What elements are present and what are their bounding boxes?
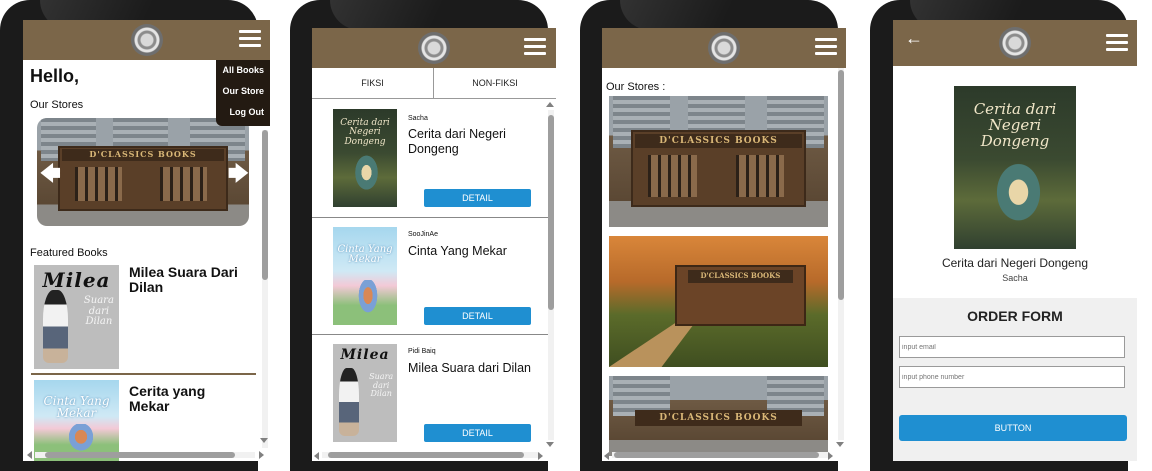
scroll-right-icon[interactable] bbox=[828, 452, 833, 460]
email-input[interactable] bbox=[899, 336, 1125, 358]
scroll-down-icon[interactable] bbox=[836, 442, 844, 447]
scroll-right-icon[interactable] bbox=[259, 451, 264, 459]
vertical-scrollbar[interactable] bbox=[548, 110, 554, 440]
phone-number-input[interactable] bbox=[899, 366, 1125, 388]
featured-cover-milea[interactable]: Milea Suara dari Dilan bbox=[34, 265, 119, 369]
app-bar bbox=[23, 20, 270, 60]
featured-title[interactable]: Milea Suara Dari Dilan bbox=[129, 265, 247, 295]
book-author: SooJinAe bbox=[408, 231, 438, 238]
order-screen: ← Cerita dari Negeri Dongeng Cerita dari… bbox=[893, 20, 1137, 461]
book-cover-large: Cerita dari Negeri Dongeng bbox=[954, 86, 1076, 249]
stores-heading: Our Stores : bbox=[606, 81, 666, 93]
store-logo-icon bbox=[708, 32, 740, 64]
scroll-right-icon[interactable] bbox=[538, 452, 543, 460]
phone-home: Hello, Our Stores D'CLASSICS BOOKS 🡄 🡆 F… bbox=[0, 0, 270, 471]
featured-title[interactable]: Cerita yang Mekar bbox=[129, 384, 229, 414]
book-cover[interactable]: Milea Suara dari Dilan bbox=[333, 344, 397, 442]
store-sign: D'CLASSICS BOOKS bbox=[635, 409, 802, 426]
app-bar bbox=[312, 28, 556, 68]
nav-dropdown-menu: All Books Our Store Log Out bbox=[216, 60, 270, 126]
store-carousel[interactable]: D'CLASSICS BOOKS bbox=[37, 118, 249, 226]
store-logo-icon bbox=[999, 27, 1031, 59]
order-form-title: ORDER FORM bbox=[967, 308, 1063, 324]
store-image[interactable]: D'CLASSICS BOOKS bbox=[609, 96, 828, 227]
detail-button[interactable]: DETAIL bbox=[424, 189, 531, 207]
store-image[interactable]: D'CLASSICS BOOKS bbox=[609, 376, 828, 456]
stores-screen: Our Stores : D'CLASSICS BOOKS D'CLASSICS… bbox=[602, 28, 846, 461]
scroll-left-icon[interactable] bbox=[314, 452, 319, 460]
store-logo-icon bbox=[130, 24, 163, 56]
featured-cover-cinta[interactable]: Cinta Yang Mekar bbox=[34, 380, 119, 461]
hamburger-menu-icon[interactable] bbox=[239, 30, 261, 48]
book-title: Cinta Yang Mekar bbox=[408, 244, 507, 258]
carousel-prev-icon[interactable]: 🡄 bbox=[40, 159, 61, 193]
menu-item-our-store[interactable]: Our Store bbox=[216, 81, 270, 102]
category-tabs: FIKSI NON-FIKSI bbox=[312, 68, 556, 99]
featured-divider bbox=[31, 373, 256, 375]
carousel-next-icon[interactable]: 🡆 bbox=[228, 159, 249, 193]
catalog-screen: FIKSI NON-FIKSI Cerita dari Negeri Donge… bbox=[312, 28, 556, 461]
vertical-scrollbar[interactable] bbox=[838, 68, 844, 440]
phone-order: ← Cerita dari Negeri Dongeng Cerita dari… bbox=[870, 0, 1137, 471]
book-title: Cerita dari Negeri Dongeng bbox=[941, 256, 1089, 270]
tab-fiksi[interactable]: FIKSI bbox=[312, 68, 433, 98]
horizontal-scrollbar[interactable] bbox=[612, 452, 830, 458]
book-card: Cerita dari Negeri Dongeng Sacha Cerita … bbox=[312, 99, 548, 218]
tab-non-fiksi[interactable]: NON-FIKSI bbox=[434, 68, 556, 98]
scroll-down-icon[interactable] bbox=[260, 438, 268, 443]
app-bar: ← bbox=[893, 20, 1137, 66]
back-arrow-icon[interactable]: ← bbox=[905, 28, 923, 49]
scroll-left-icon[interactable] bbox=[604, 452, 609, 460]
hamburger-menu-icon[interactable] bbox=[524, 38, 546, 56]
store-sign: D'CLASSICS BOOKS bbox=[62, 149, 224, 162]
book-card: Milea Suara dari Dilan Pidi Baiq Milea S… bbox=[312, 334, 548, 461]
scroll-down-icon[interactable] bbox=[546, 442, 554, 447]
submit-button[interactable]: BUTTON bbox=[899, 415, 1127, 441]
our-stores-label: Our Stores bbox=[30, 99, 84, 111]
hamburger-menu-icon[interactable] bbox=[1106, 34, 1128, 52]
book-title: Cerita dari Negeri Dongeng bbox=[408, 127, 506, 156]
menu-item-log-out[interactable]: Log Out bbox=[216, 102, 270, 123]
detail-button[interactable]: DETAIL bbox=[424, 424, 531, 442]
phone-stores: Our Stores : D'CLASSICS BOOKS D'CLASSICS… bbox=[580, 0, 846, 471]
book-author: Sacha bbox=[408, 115, 428, 122]
home-screen: Hello, Our Stores D'CLASSICS BOOKS 🡄 🡆 F… bbox=[23, 20, 270, 461]
featured-books-label: Featured Books bbox=[30, 247, 108, 259]
store-logo-icon bbox=[418, 32, 450, 64]
horizontal-scrollbar[interactable] bbox=[322, 452, 540, 458]
detail-button[interactable]: DETAIL bbox=[424, 307, 531, 325]
greeting: Hello, bbox=[30, 66, 80, 86]
book-cover[interactable]: Cinta Yang Mekar bbox=[333, 227, 397, 325]
vertical-scrollbar[interactable] bbox=[262, 130, 268, 448]
order-form: ORDER FORM BUTTON bbox=[893, 298, 1137, 461]
menu-item-all-books[interactable]: All Books bbox=[216, 60, 270, 81]
book-card: Cinta Yang Mekar SooJinAe Cinta Yang Mek… bbox=[312, 217, 548, 335]
scroll-left-icon[interactable] bbox=[27, 451, 32, 459]
store-sign: D'CLASSICS BOOKS bbox=[635, 133, 802, 149]
book-author: Pidi Baiq bbox=[408, 348, 436, 355]
store-image[interactable]: D'CLASSICS BOOKS bbox=[609, 236, 828, 367]
phone-catalog: FIKSI NON-FIKSI Cerita dari Negeri Donge… bbox=[290, 0, 556, 471]
horizontal-scrollbar[interactable] bbox=[35, 452, 255, 458]
book-title: Milea Suara dari Dilan bbox=[408, 361, 531, 375]
scroll-up-icon[interactable] bbox=[546, 102, 554, 107]
store-sign: D'CLASSICS BOOKS bbox=[687, 270, 793, 284]
book-cover[interactable]: Cerita dari Negeri Dongeng bbox=[333, 109, 397, 207]
app-bar bbox=[602, 28, 846, 68]
hamburger-menu-icon[interactable] bbox=[815, 38, 837, 56]
book-author: Sacha bbox=[1002, 273, 1028, 283]
